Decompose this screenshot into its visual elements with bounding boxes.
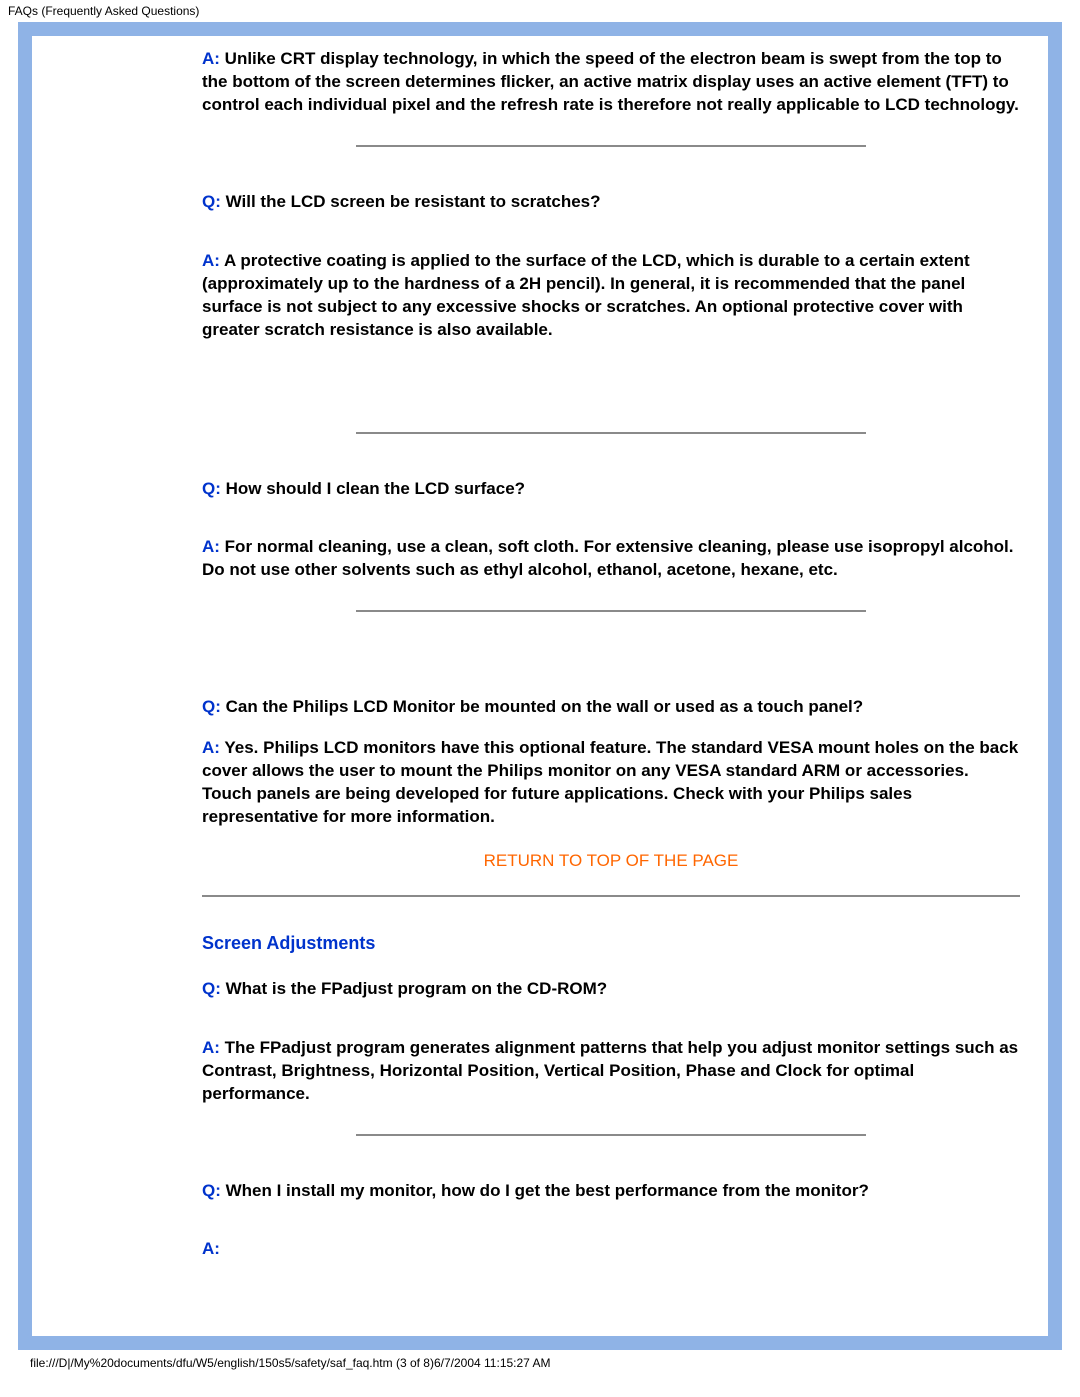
q-label: Q: [202,979,221,998]
q-body: Can the Philips LCD Monitor be mounted o… [221,697,863,716]
q-body: Will the LCD screen be resistant to scra… [221,192,601,211]
faq-block-s2-1: Q: When I install my monitor, how do I g… [202,1180,1020,1259]
answer-text: A: Unlike CRT display technology, in whi… [202,48,1020,117]
divider [356,610,866,612]
answer-text: A: The FPadjust program generates alignm… [202,1037,1020,1106]
a-body: Yes. Philips LCD monitors have this opti… [202,738,1018,826]
a-label: A: [202,537,220,556]
question-text: Q: When I install my monitor, how do I g… [202,1180,1020,1203]
faq-block-3: Q: Can the Philips LCD Monitor be mounte… [202,696,1020,829]
q-label: Q: [202,697,221,716]
q-body: When I install my monitor, how do I get … [221,1181,869,1200]
q-label: Q: [202,479,221,498]
q-label: Q: [202,1181,221,1200]
inner-page: A: Unlike CRT display technology, in whi… [32,36,1048,1336]
return-to-top-link[interactable]: RETURN TO TOP OF THE PAGE [202,851,1020,871]
answer-text: A: Yes. Philips LCD monitors have this o… [202,737,1020,829]
question-text: Q: What is the FPadjust program on the C… [202,978,1020,1001]
q-label: Q: [202,192,221,211]
a-body: For normal cleaning, use a clean, soft c… [202,537,1014,579]
section-title: Screen Adjustments [202,933,1020,954]
divider [356,1134,866,1136]
a-label: A: [202,738,220,757]
faq-block-1: Q: Will the LCD screen be resistant to s… [202,191,1020,342]
faq-block-2: Q: How should I clean the LCD surface? A… [202,478,1020,583]
faq-block-0: A: Unlike CRT display technology, in whi… [202,48,1020,117]
divider [356,432,866,434]
answer-text: A: A protective coating is applied to th… [202,250,1020,342]
content-area: A: Unlike CRT display technology, in whi… [32,36,1048,1293]
question-text: Q: How should I clean the LCD surface? [202,478,1020,501]
section-divider [202,895,1020,897]
question-text: Q: Can the Philips LCD Monitor be mounte… [202,696,1020,719]
faq-block-s2-0: Q: What is the FPadjust program on the C… [202,978,1020,1106]
a-label-alone: A: [202,1239,1020,1259]
header-title: FAQs (Frequently Asked Questions) [0,0,1080,22]
question-text: Q: Will the LCD screen be resistant to s… [202,191,1020,214]
q-body: How should I clean the LCD surface? [221,479,525,498]
a-body: Unlike CRT display technology, in which … [202,49,1019,114]
a-body: The FPadjust program generates alignment… [202,1038,1018,1103]
a-label: A: [202,251,220,270]
q-body: What is the FPadjust program on the CD-R… [221,979,607,998]
footer-path: file:///D|/My%20documents/dfu/W5/english… [0,1350,1080,1380]
a-body: A protective coating is applied to the s… [202,251,970,339]
a-label: A: [202,1038,220,1057]
divider [356,145,866,147]
answer-text: A: For normal cleaning, use a clean, sof… [202,536,1020,582]
a-label: A: [202,49,220,68]
outer-frame: A: Unlike CRT display technology, in whi… [18,22,1062,1350]
